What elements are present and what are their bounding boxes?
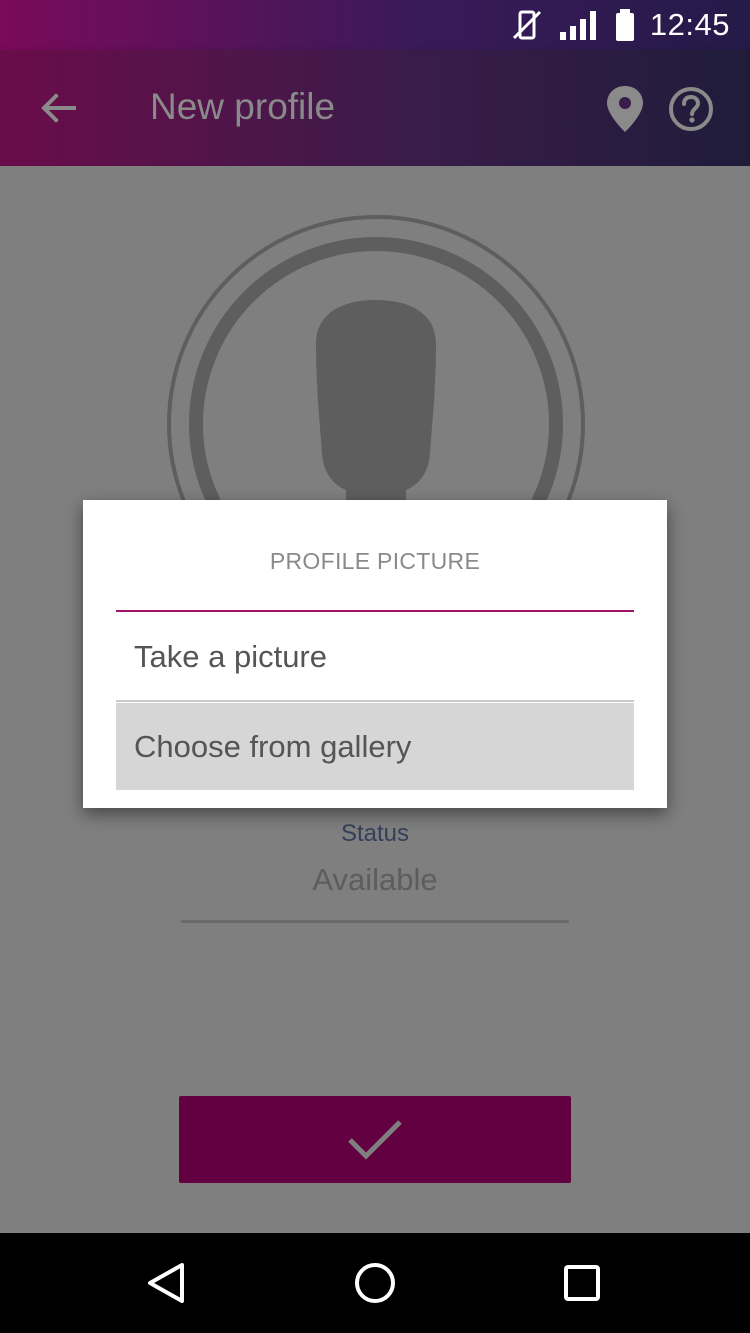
dialog-title: PROFILE PICTURE	[269, 548, 481, 574]
status-label: Status	[340, 820, 410, 847]
nav-home-icon[interactable]	[354, 1262, 396, 1304]
choose-from-gallery-option[interactable]: Choose from gallery	[116, 703, 634, 790]
status-bar: 12:45	[0, 0, 750, 50]
back-arrow-icon[interactable]	[34, 84, 82, 132]
vibrate-mute-icon	[512, 10, 541, 40]
status-time: 12:45	[649, 7, 730, 42]
dialog-divider	[116, 610, 634, 612]
take-picture-option[interactable]: Take a picture	[116, 614, 634, 702]
help-icon[interactable]	[668, 86, 714, 132]
nav-back-icon[interactable]	[144, 1260, 188, 1306]
battery-icon	[615, 9, 634, 41]
page-title: New profile	[150, 86, 336, 127]
status-icons: 12:45	[510, 0, 730, 50]
confirm-button[interactable]	[179, 1096, 571, 1183]
profile-picture-dialog: PROFILE PICTURE Take a picture Choose fr…	[83, 500, 667, 808]
app-bar: New profile	[0, 50, 750, 166]
signal-icon	[559, 11, 596, 40]
location-pin-icon[interactable]	[604, 84, 646, 134]
status-input[interactable]: Available	[0, 862, 750, 898]
checkmark-icon	[348, 1119, 402, 1160]
nav-recents-icon[interactable]	[563, 1264, 601, 1302]
status-input-underline	[181, 920, 569, 923]
